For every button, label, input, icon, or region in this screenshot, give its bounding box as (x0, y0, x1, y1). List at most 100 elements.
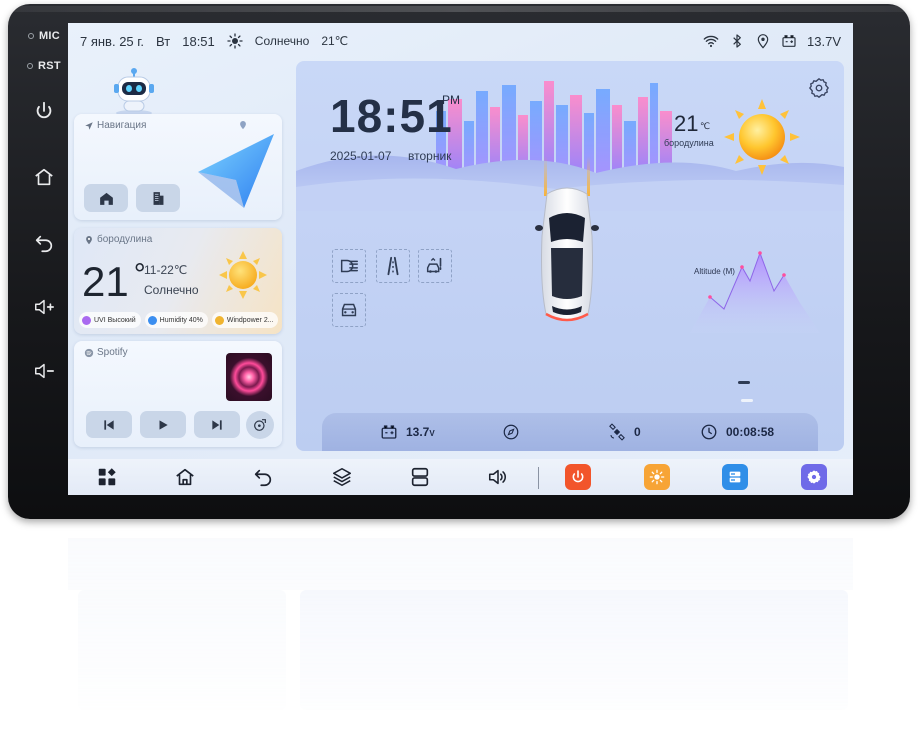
status-right-group: 13.7V (703, 33, 841, 49)
car-battery-icon (381, 425, 397, 439)
music-card[interactable]: Spotify (74, 341, 282, 447)
mic-indicator-icon (27, 33, 34, 39)
navigation-title-label: Навигация (97, 120, 147, 131)
home-button[interactable] (172, 464, 198, 490)
windpower-chip: Windpower 2... (211, 312, 278, 328)
car-settings-button[interactable] (332, 293, 366, 327)
navigation-card[interactable]: Навигация (74, 114, 282, 220)
split-screen-button[interactable] (407, 464, 433, 490)
bottom-dock (68, 459, 853, 495)
screen: 7 янв. 25 г. Вт 18:51 Солнечно 21℃ 13.7V… (68, 23, 853, 495)
power-button[interactable] (565, 464, 591, 490)
home-icon (99, 192, 113, 205)
split-view-button[interactable] (722, 464, 748, 490)
apps-button[interactable] (94, 464, 120, 490)
dashboard-settings-icon[interactable] (808, 77, 830, 99)
music-card-title: Spotify (84, 347, 128, 358)
volume-button[interactable] (485, 464, 511, 490)
split-view-icon (729, 471, 741, 483)
layers-icon (332, 467, 352, 487)
satellite-readout: 0 (608, 413, 641, 451)
weather-chips: UVI Высокий Humidity 40% Windpower 2... (79, 312, 278, 328)
humidity-chip-label: Humidity 40% (159, 316, 203, 324)
back-hw-button[interactable] (18, 228, 70, 258)
humidity-drop-icon (147, 315, 157, 325)
wind-icon (214, 315, 224, 325)
altitude-chart (690, 251, 820, 333)
settings-button[interactable] (801, 464, 827, 490)
volume-icon (488, 469, 507, 485)
album-art[interactable] (226, 353, 272, 401)
reflection-dock (68, 538, 853, 590)
dashboard-temperature-unit: ℃ (700, 121, 711, 131)
wifi-icon (703, 33, 719, 49)
headlight-button[interactable] (332, 249, 366, 283)
device-reflection (68, 538, 853, 738)
status-date: 7 янв. 25 г. (80, 33, 145, 49)
music-source-switch-button[interactable] (246, 411, 274, 439)
home-icon (176, 468, 194, 486)
clock-icon (701, 424, 717, 440)
humidity-chip: Humidity 40% (144, 312, 208, 328)
lane-assist-button[interactable] (376, 249, 410, 283)
sunny-weather-icon (219, 251, 267, 299)
location-pin-icon (86, 235, 92, 244)
dashboard-ampm: PM (442, 93, 460, 107)
reset-indicator-icon (27, 63, 34, 69)
car-battery-icon (781, 33, 797, 49)
reflection-card (78, 590, 286, 710)
mic-button[interactable]: MIC (18, 26, 70, 46)
volume-up-hw-button[interactable] (18, 292, 70, 322)
volume-up-icon (35, 299, 54, 315)
power-icon (36, 101, 52, 119)
back-button[interactable] (250, 464, 276, 490)
weather-card[interactable]: бородулина 21 ° 11-22℃ Солнечно UVI Высок… (74, 228, 282, 334)
building-icon (153, 191, 163, 205)
next-track-button[interactable] (194, 411, 240, 438)
satellite-count: 0 (634, 425, 641, 439)
status-temperature: 21℃ (321, 34, 349, 48)
page-indicator[interactable] (738, 381, 768, 402)
collision-warning-button[interactable] (418, 249, 452, 283)
previous-track-button[interactable] (86, 411, 132, 438)
location-pin-icon (755, 33, 771, 49)
back-icon (254, 469, 272, 487)
weather-range: 11-22℃ (144, 263, 188, 277)
settings-icon (807, 470, 821, 484)
headlight-icon (340, 259, 358, 273)
vehicle-info-bar: 13.7V 0 00:08:58 (322, 413, 818, 451)
music-source-label: Spotify (97, 347, 128, 358)
navigation-card-title: Навигация (84, 120, 146, 131)
weather-temperature: 21 ° (82, 258, 146, 306)
dashboard-date: 2025-01-07 (330, 149, 392, 163)
trip-time-value: 00:08:58 (726, 425, 775, 439)
altitude-label: Altitude (M) (694, 267, 735, 276)
back-icon (35, 235, 53, 253)
recent-tasks-button[interactable] (329, 464, 355, 490)
mic-label: MIC (38, 30, 61, 42)
brightness-icon (649, 469, 665, 485)
dock-divider (538, 467, 539, 489)
nav-home-button[interactable] (84, 184, 128, 212)
lane-icon (387, 256, 399, 276)
brightness-button[interactable] (644, 464, 670, 490)
music-switch-icon (254, 419, 266, 431)
power-hw-button[interactable] (18, 96, 70, 126)
volume-down-icon (35, 363, 54, 379)
play-button[interactable] (140, 411, 186, 438)
page-dot (741, 399, 753, 402)
nav-work-button[interactable] (136, 184, 180, 212)
home-hw-button[interactable] (18, 162, 70, 192)
play-icon (159, 419, 168, 430)
sunny-weather-icon (724, 99, 800, 175)
bluetooth-icon (729, 33, 745, 49)
reset-button[interactable]: RST (18, 56, 70, 76)
altitude-point (740, 265, 744, 269)
robot-assistant-icon[interactable] (108, 67, 160, 117)
uv-index-chip: UVI Высокий (79, 312, 141, 328)
sun-icon (227, 33, 243, 49)
trip-time-readout: 00:08:58 (700, 413, 774, 451)
power-icon (572, 470, 584, 483)
volume-down-hw-button[interactable] (18, 356, 70, 386)
status-time: 18:51 (182, 33, 215, 49)
